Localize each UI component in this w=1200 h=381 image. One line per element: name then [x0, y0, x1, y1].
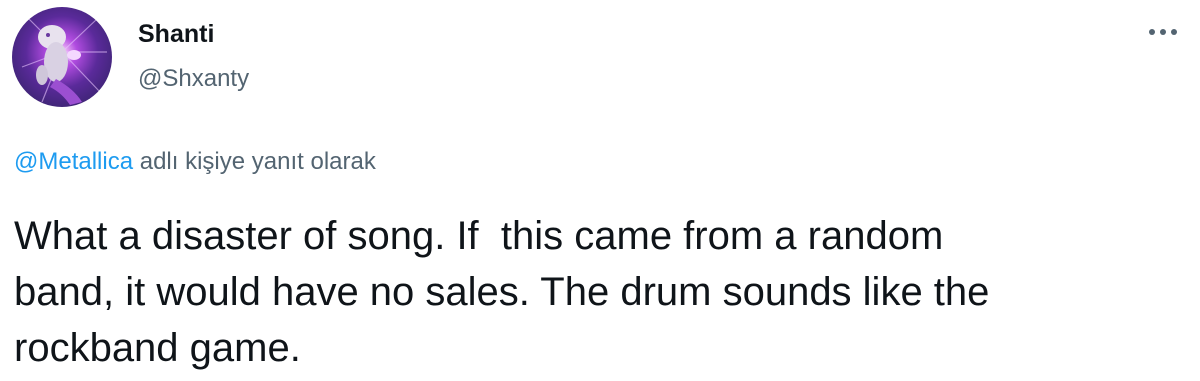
tweet: Shanti @Shxanty @Metallica adlı kişiye y…	[0, 0, 1200, 381]
tweet-text-line: What a disaster of song. If this came fr…	[14, 214, 944, 258]
reply-mention-link[interactable]: @Metallica	[14, 148, 133, 175]
author-display-name[interactable]: Shanti	[138, 19, 214, 49]
tweet-text-line: band, it would have no sales. The drum s…	[14, 270, 990, 314]
avatar[interactable]	[12, 7, 112, 107]
tweet-text-line: rockband game.	[14, 326, 301, 370]
tweet-text: What a disaster of song. If this came fr…	[14, 208, 1194, 376]
reply-context: @Metallica adlı kişiye yanıt olarak	[14, 146, 376, 178]
more-dots-icon	[1149, 29, 1177, 35]
author-handle[interactable]: @Shxanty	[138, 64, 249, 94]
more-options-button[interactable]	[1138, 10, 1188, 60]
avatar-image-icon	[12, 7, 112, 107]
reply-context-label: adlı kişiye yanıt olarak	[133, 148, 376, 175]
